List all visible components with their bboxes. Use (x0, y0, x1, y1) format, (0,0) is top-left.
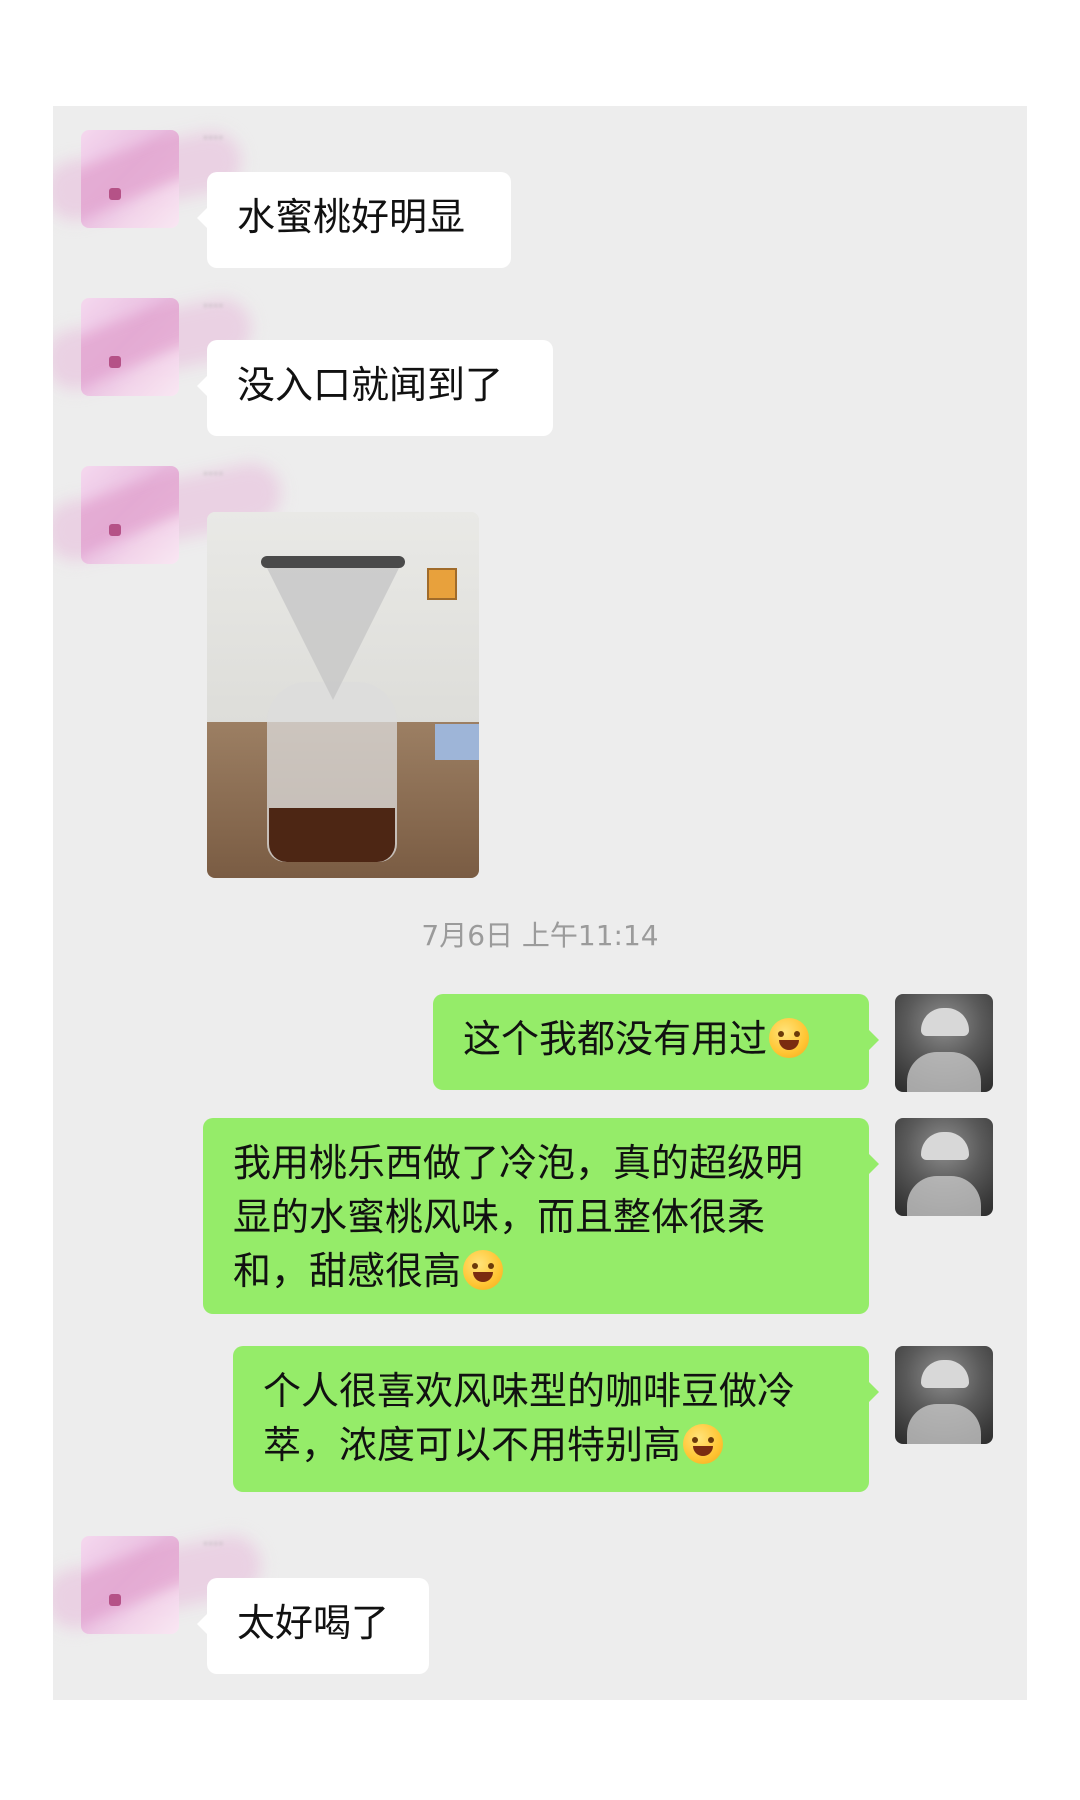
message-text: 这个我都没有用过 (463, 1017, 768, 1061)
contact-avatar[interactable] (81, 1536, 179, 1634)
message-text: 太好喝了 (237, 1601, 390, 1645)
chat-area: ···· 水蜜桃好明显 ···· 没入口就闻到了 ···· 7月6日 上午11:… (53, 106, 1027, 1700)
photo-book (435, 724, 479, 760)
face-hand-over-mouth-emoji-icon (463, 1250, 504, 1290)
contact-name-blurred: ···· (203, 1534, 224, 1553)
user-avatar[interactable] (895, 1346, 993, 1444)
message-text: 水蜜桃好明显 (237, 195, 466, 239)
message-text: 我用桃乐西做了冷泡，真的超级明显的水蜜桃风味，而且整体很柔和，甜感很高 (233, 1141, 804, 1293)
contact-avatar[interactable] (81, 466, 179, 564)
user-avatar[interactable] (895, 994, 993, 1092)
message-bubble[interactable]: 个人很喜欢风味型的咖啡豆做冷萃，浓度可以不用特别高 (233, 1346, 879, 1492)
contact-name-blurred: ···· (203, 128, 224, 147)
message-bubble[interactable]: 这个我都没有用过 (433, 994, 879, 1090)
message-text: 没入口就闻到了 (237, 363, 504, 407)
photo-coffee (269, 808, 395, 862)
photo-sticker (427, 568, 457, 600)
photo-message[interactable] (207, 512, 479, 878)
photo-dripper-rim (261, 556, 405, 568)
message-bubble[interactable]: 水蜜桃好明显 (197, 172, 511, 268)
contact-name-blurred: ···· (203, 296, 224, 315)
user-avatar[interactable] (895, 1118, 993, 1216)
contact-name-blurred: ···· (203, 464, 224, 483)
timestamp: 7月6日 上午11:14 (421, 919, 659, 952)
crying-laughing-emoji-icon (769, 1018, 810, 1058)
message-bubble[interactable]: 没入口就闻到了 (197, 340, 553, 436)
grinning-emoji-icon (683, 1424, 724, 1464)
contact-avatar[interactable] (81, 298, 179, 396)
contact-avatar[interactable] (81, 130, 179, 228)
photo-dripper-cone (263, 560, 403, 700)
message-bubble[interactable]: 我用桃乐西做了冷泡，真的超级明显的水蜜桃风味，而且整体很柔和，甜感很高 (203, 1118, 879, 1314)
message-bubble[interactable]: 太好喝了 (197, 1578, 429, 1674)
